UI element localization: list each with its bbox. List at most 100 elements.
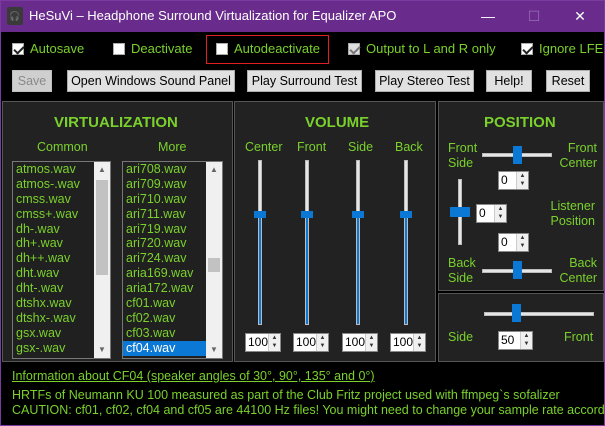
ignore-lfe-checkbox[interactable]: Ignore LFE bbox=[521, 41, 603, 59]
volume-panel: VOLUME Center Front Side Back 100 ▲ ▼ 100… bbox=[234, 101, 436, 362]
side-slider-thumb[interactable] bbox=[352, 211, 364, 218]
side-front-slider[interactable] bbox=[484, 312, 594, 316]
autosave-checkbox[interactable]: Autosave bbox=[12, 41, 84, 59]
side-label: Side bbox=[348, 140, 374, 154]
autosave-label: Autosave bbox=[30, 41, 85, 56]
help-button[interactable]: Help! bbox=[486, 70, 532, 92]
info-link[interactable]: Information about CF04 (speaker angles o… bbox=[12, 369, 375, 383]
reset-button[interactable]: Reset bbox=[546, 70, 590, 92]
save-button[interactable]: Save bbox=[12, 70, 52, 92]
center-volume-input[interactable]: 100 ▲ ▼ bbox=[245, 333, 281, 352]
side-position-value: 0 bbox=[479, 206, 486, 220]
spin-up-icon[interactable]: ▲ bbox=[269, 334, 280, 342]
autodeactivate-label: Autodeactivate bbox=[234, 41, 321, 56]
scroll-down-icon[interactable]: ▼ bbox=[94, 342, 110, 358]
scrollbar-thumb[interactable] bbox=[96, 180, 108, 275]
more-list[interactable]: ari708.wav ari709.wav ari710.wav ari711.wav… bbox=[122, 161, 223, 359]
spin-arrows[interactable]: ▲ ▼ bbox=[520, 332, 532, 349]
spin-down-icon[interactable]: ▼ bbox=[269, 342, 280, 350]
more-list-scrollbar[interactable]: ▲ ▼ bbox=[206, 162, 222, 358]
side-volume-slider[interactable] bbox=[356, 160, 360, 325]
front-volume-input[interactable]: 100 ▲ ▼ bbox=[293, 333, 329, 352]
spin-arrows[interactable]: ▲ ▼ bbox=[516, 172, 528, 189]
side-position-thumb[interactable] bbox=[450, 207, 470, 217]
center-volume-slider[interactable] bbox=[258, 160, 262, 325]
side-front-front-label: Front bbox=[564, 330, 594, 344]
back-volume-slider[interactable] bbox=[404, 160, 408, 325]
back-position-value: 0 bbox=[501, 235, 508, 249]
front-slider-thumb[interactable] bbox=[301, 211, 313, 218]
spin-down-icon[interactable]: ▼ bbox=[366, 342, 377, 350]
spin-down-icon[interactable]: ▼ bbox=[414, 342, 425, 350]
output-lr-checkbox[interactable]: Output to L and R only bbox=[348, 41, 496, 59]
spin-arrows[interactable]: ▲ ▼ bbox=[316, 334, 328, 351]
checkbox-empty-icon bbox=[113, 43, 125, 55]
spin-up-icon[interactable]: ▲ bbox=[517, 172, 528, 180]
open-sound-panel-button[interactable]: Open Windows Sound Panel bbox=[67, 70, 235, 92]
minimize-button[interactable]: — bbox=[465, 1, 511, 32]
autodeactivate-checkbox[interactable]: Autodeactivate bbox=[216, 41, 320, 59]
back-slider-thumb[interactable] bbox=[400, 211, 412, 218]
spin-down-icon[interactable]: ▼ bbox=[317, 342, 328, 350]
back-position-input[interactable]: 0 ▲ ▼ bbox=[498, 233, 529, 252]
app-window: 🎧 HeSuVi – Headphone Surround Virtualiza… bbox=[0, 0, 605, 426]
spin-down-icon[interactable]: ▼ bbox=[495, 213, 506, 221]
common-list-scrollbar[interactable]: ▲ ▼ bbox=[94, 162, 110, 358]
maximize-button[interactable]: ☐ bbox=[511, 1, 557, 32]
back-volume-value: 100 bbox=[393, 335, 414, 349]
spin-up-icon[interactable]: ▲ bbox=[495, 205, 506, 213]
virtualization-panel: VIRTUALIZATION Common More atmos.wav atmo… bbox=[2, 101, 233, 362]
scroll-up-icon[interactable]: ▲ bbox=[206, 162, 222, 178]
common-list[interactable]: atmos.wav atmos-.wav cmss.wav cmss+.wav dh-.… bbox=[12, 161, 111, 359]
slider-fill bbox=[405, 213, 407, 324]
front-position-input[interactable]: 0 ▲ ▼ bbox=[498, 171, 529, 190]
spin-arrows[interactable]: ▲ ▼ bbox=[413, 334, 425, 351]
spin-arrows[interactable]: ▲ ▼ bbox=[516, 234, 528, 251]
scrollbar-thumb[interactable] bbox=[208, 258, 220, 272]
scroll-down-icon[interactable]: ▼ bbox=[206, 342, 222, 358]
spin-arrows[interactable]: ▲ ▼ bbox=[494, 205, 506, 222]
spin-down-icon[interactable]: ▼ bbox=[517, 242, 528, 250]
side-front-thumb[interactable] bbox=[512, 304, 521, 322]
listener-position-label: Listener Position bbox=[550, 199, 595, 228]
slider-fill bbox=[357, 213, 359, 324]
spin-up-icon[interactable]: ▲ bbox=[517, 234, 528, 242]
side-volume-input[interactable]: 100 ▲ ▼ bbox=[342, 333, 378, 352]
close-button[interactable]: ✕ bbox=[557, 1, 603, 32]
caution-text: CAUTION: cf01, cf02, cf04 and cf05 are 4… bbox=[12, 403, 605, 417]
back-position-thumb[interactable] bbox=[513, 261, 522, 279]
play-stereo-test-button[interactable]: Play Stereo Test bbox=[375, 70, 474, 92]
front-position-value: 0 bbox=[501, 173, 508, 187]
spin-arrows[interactable]: ▲ ▼ bbox=[365, 334, 377, 351]
checkbox-check-icon bbox=[12, 43, 24, 55]
back-label: Back bbox=[395, 140, 423, 154]
position-title: POSITION bbox=[484, 114, 556, 131]
toolbar-area: Autosave Deactivate Autodeactivate Outpu… bbox=[1, 32, 604, 98]
deactivate-checkbox[interactable]: Deactivate bbox=[113, 41, 192, 59]
spin-down-icon[interactable]: ▼ bbox=[517, 180, 528, 188]
center-volume-value: 100 bbox=[248, 335, 269, 349]
back-side-label: Back Side bbox=[448, 256, 476, 285]
play-surround-test-button[interactable]: Play Surround Test bbox=[247, 70, 362, 92]
front-volume-slider[interactable] bbox=[305, 160, 309, 325]
position-panel: POSITION Front Side Front Center 0 ▲ ▼ 0 … bbox=[438, 101, 604, 291]
front-position-thumb[interactable] bbox=[513, 146, 522, 164]
side-front-input[interactable]: 50 ▲ ▼ bbox=[498, 331, 533, 350]
spin-up-icon[interactable]: ▲ bbox=[414, 334, 425, 342]
spin-up-icon[interactable]: ▲ bbox=[521, 332, 532, 340]
side-position-input[interactable]: 0 ▲ ▼ bbox=[476, 204, 507, 223]
spin-up-icon[interactable]: ▲ bbox=[317, 334, 328, 342]
slider-fill bbox=[259, 213, 261, 324]
deactivate-label: Deactivate bbox=[131, 41, 193, 56]
scroll-up-icon[interactable]: ▲ bbox=[94, 162, 110, 178]
headphones-icon: 🎧 bbox=[7, 7, 23, 25]
checkbox-empty-icon bbox=[216, 43, 228, 55]
title-bar: 🎧 HeSuVi – Headphone Surround Virtualiza… bbox=[1, 1, 604, 32]
spin-down-icon[interactable]: ▼ bbox=[521, 340, 532, 348]
window-title: HeSuVi – Headphone Surround Virtualizati… bbox=[29, 8, 397, 23]
ignore-lfe-label: Ignore LFE bbox=[539, 41, 604, 56]
center-slider-thumb[interactable] bbox=[254, 211, 266, 218]
back-volume-input[interactable]: 100 ▲ ▼ bbox=[390, 333, 426, 352]
spin-arrows[interactable]: ▲ ▼ bbox=[268, 334, 280, 351]
spin-up-icon[interactable]: ▲ bbox=[366, 334, 377, 342]
